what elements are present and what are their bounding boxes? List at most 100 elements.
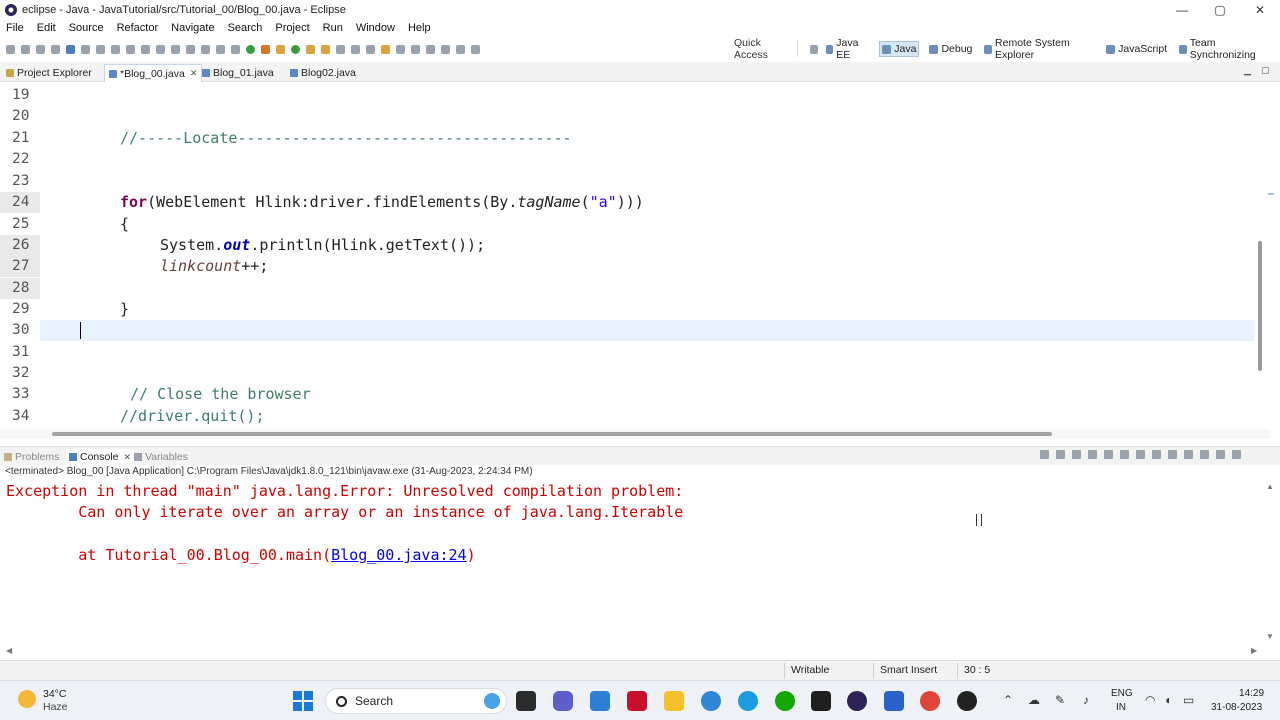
edge-icon[interactable] bbox=[738, 691, 758, 711]
save-all-icon[interactable] bbox=[36, 44, 45, 54]
clear-console-icon[interactable] bbox=[1088, 450, 1097, 459]
perspective-team-synchronizing[interactable]: Team Synchronizing bbox=[1177, 36, 1272, 62]
close-button[interactable]: ✕ bbox=[1240, 0, 1280, 20]
chrome-icon[interactable] bbox=[920, 691, 940, 711]
open-console-icon[interactable] bbox=[1200, 450, 1209, 459]
close-tab-icon[interactable]: ✕ bbox=[124, 452, 132, 463]
disconnect-icon[interactable] bbox=[141, 44, 150, 54]
code-editor[interactable]: 19 20 21 22 23 24 25 26 27 28 29 30 31 3… bbox=[0, 83, 1270, 429]
step-into-icon[interactable] bbox=[156, 44, 165, 54]
menu-window[interactable]: Window bbox=[356, 22, 395, 34]
minimize-button[interactable]: — bbox=[1162, 0, 1202, 20]
scroll-left-icon[interactable]: ◀ bbox=[6, 646, 12, 655]
scroll-down-icon[interactable]: ▼ bbox=[1266, 632, 1274, 641]
use-step-filters-icon[interactable] bbox=[216, 44, 225, 54]
toggle-mark-occurrences-icon[interactable] bbox=[381, 44, 390, 54]
coverage-icon[interactable] bbox=[261, 44, 270, 54]
battery-icon[interactable]: ▭ bbox=[1183, 693, 1194, 707]
open-perspective-icon[interactable] bbox=[810, 44, 818, 54]
menu-source[interactable]: Source bbox=[69, 22, 104, 34]
open-type-icon[interactable] bbox=[306, 44, 315, 54]
editor-vertical-scrollbar[interactable] bbox=[1254, 83, 1266, 429]
onedrive-icon[interactable]: ☁ bbox=[1028, 693, 1040, 707]
remove-launch-icon[interactable] bbox=[1056, 450, 1065, 459]
pen-icon[interactable]: ✎ bbox=[1055, 693, 1065, 707]
word-wrap-icon[interactable] bbox=[1120, 450, 1129, 459]
terminate-icon[interactable] bbox=[1040, 450, 1049, 459]
quick-access-field[interactable]: Quick Access bbox=[734, 37, 798, 61]
perspective-java-ee[interactable]: Java EE bbox=[824, 36, 872, 62]
minimize-view-icon[interactable] bbox=[1216, 450, 1225, 459]
stack-trace-link[interactable]: Blog_00.java:24 bbox=[331, 546, 466, 564]
console-icon[interactable] bbox=[66, 44, 75, 54]
tab-problems[interactable]: Problems bbox=[4, 449, 59, 465]
perspective-remote-system-explorer[interactable]: Remote System Explorer bbox=[982, 36, 1096, 62]
show-whitespace-icon[interactable] bbox=[411, 44, 420, 54]
mcafee-icon[interactable] bbox=[627, 691, 647, 711]
step-over-icon[interactable] bbox=[171, 44, 180, 54]
start-button[interactable] bbox=[293, 691, 313, 711]
upwork-icon[interactable] bbox=[775, 691, 795, 711]
terminal-icon[interactable] bbox=[811, 691, 831, 711]
recording-app-icon[interactable] bbox=[957, 691, 977, 711]
print-icon[interactable] bbox=[51, 44, 60, 54]
show-on-output-icon[interactable] bbox=[1136, 450, 1145, 459]
new-icon[interactable] bbox=[6, 44, 15, 54]
scrollbar-thumb[interactable] bbox=[52, 432, 1052, 436]
python-icon[interactable] bbox=[701, 691, 721, 711]
menu-run[interactable]: Run bbox=[323, 22, 343, 34]
menu-search[interactable]: Search bbox=[228, 22, 263, 34]
perspective-java[interactable]: Java bbox=[879, 41, 920, 57]
pin-console-icon[interactable] bbox=[1168, 450, 1177, 459]
previous-annotation-icon[interactable] bbox=[366, 44, 375, 54]
tab-blog02[interactable]: Blog02.java bbox=[286, 64, 360, 82]
menu-help[interactable]: Help bbox=[408, 22, 431, 34]
weather-haze-icon[interactable] bbox=[18, 690, 36, 708]
new-java-class-icon[interactable] bbox=[291, 44, 300, 54]
scrollbar-thumb[interactable] bbox=[1258, 241, 1262, 371]
close-tab-icon[interactable]: ✕ bbox=[190, 68, 198, 79]
suspend-icon[interactable] bbox=[111, 44, 120, 54]
tab-project-explorer[interactable]: Project Explorer bbox=[2, 64, 96, 82]
file-explorer-icon[interactable] bbox=[664, 691, 684, 711]
menu-file[interactable]: File bbox=[6, 22, 24, 34]
menu-navigate[interactable]: Navigate bbox=[171, 22, 214, 34]
editor-horizontal-scrollbar[interactable] bbox=[0, 429, 1270, 439]
drop-to-frame-icon[interactable] bbox=[201, 44, 210, 54]
language-region[interactable]: IN bbox=[1116, 702, 1126, 713]
tab-variables[interactable]: Variables bbox=[134, 449, 188, 465]
tab-blog-01[interactable]: Blog_01.java bbox=[198, 64, 278, 82]
maximize-view-icon[interactable] bbox=[1232, 450, 1241, 459]
external-tools-icon[interactable] bbox=[276, 44, 285, 54]
next-annotation-icon[interactable] bbox=[351, 44, 360, 54]
perspective-javascript[interactable]: JavaScript bbox=[1104, 42, 1169, 56]
forward-icon[interactable] bbox=[456, 44, 465, 54]
toggle-block-selection-icon[interactable] bbox=[396, 44, 405, 54]
last-edit-location-icon[interactable] bbox=[426, 44, 435, 54]
debug-icon[interactable] bbox=[231, 44, 240, 54]
display-selected-console-icon[interactable] bbox=[1184, 450, 1193, 459]
skip-breakpoints-icon[interactable] bbox=[81, 44, 90, 54]
language-indicator[interactable]: ENG bbox=[1111, 688, 1133, 699]
step-return-icon[interactable] bbox=[186, 44, 195, 54]
volume-icon[interactable]: ◖ bbox=[1164, 693, 1171, 707]
tab-blog-00[interactable]: *Blog_00.java ✕ bbox=[104, 64, 203, 82]
console-vertical-scrollbar[interactable]: ▲ ▼ bbox=[1264, 480, 1276, 645]
console-output[interactable]: Exception in thread "main" java.lang.Err… bbox=[0, 480, 1264, 645]
task-view-icon[interactable] bbox=[516, 691, 536, 711]
show-on-error-icon[interactable] bbox=[1152, 450, 1161, 459]
menu-edit[interactable]: Edit bbox=[37, 22, 56, 34]
run-icon[interactable] bbox=[246, 44, 255, 54]
microphone-icon[interactable]: ♪ bbox=[1083, 693, 1089, 707]
back-icon[interactable] bbox=[441, 44, 450, 54]
scroll-up-icon[interactable]: ▲ bbox=[1266, 482, 1274, 491]
scroll-lock-icon[interactable] bbox=[1104, 450, 1113, 459]
chat-icon[interactable] bbox=[553, 691, 573, 711]
scroll-right-icon[interactable]: ▶ bbox=[1251, 646, 1257, 655]
store-icon[interactable] bbox=[590, 691, 610, 711]
notepad-icon[interactable] bbox=[884, 691, 904, 711]
save-icon[interactable] bbox=[21, 44, 30, 54]
tab-console[interactable]: Console ✕ bbox=[66, 449, 135, 465]
console-horizontal-scrollbar[interactable]: ◀ ▶ bbox=[0, 646, 1264, 658]
resume-icon[interactable] bbox=[96, 44, 105, 54]
